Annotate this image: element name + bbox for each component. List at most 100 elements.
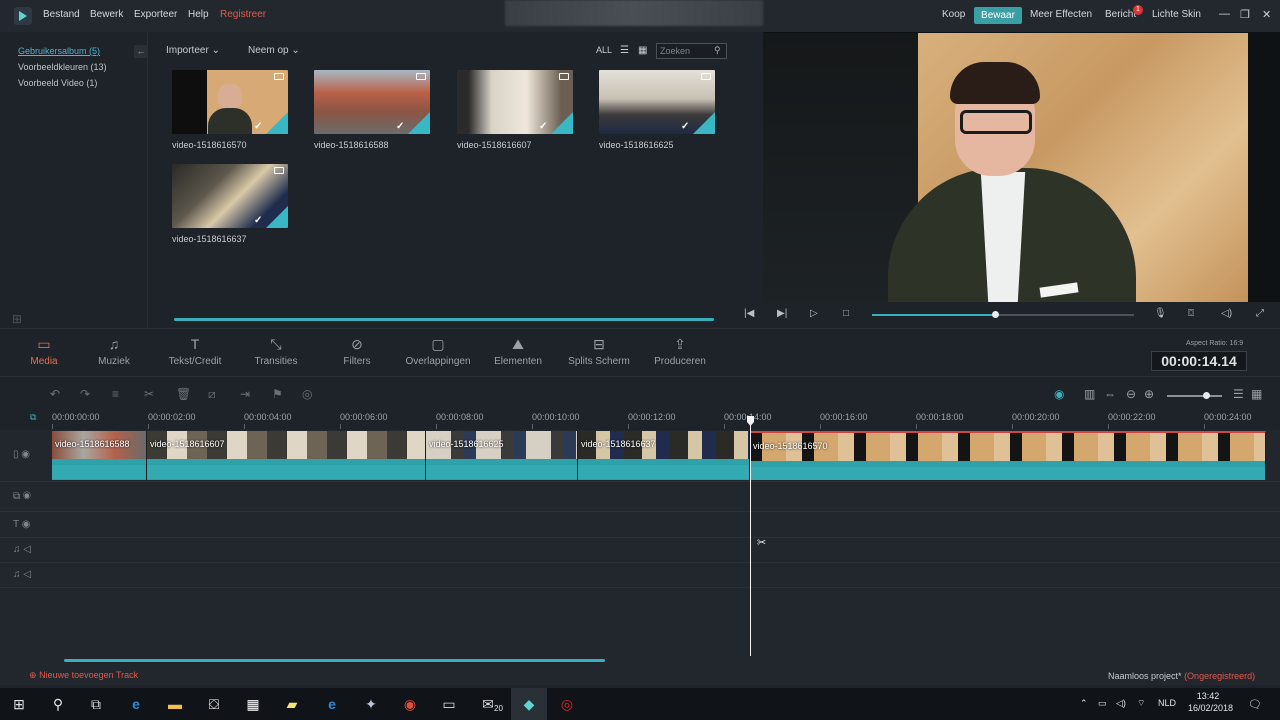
color-icon[interactable]: ◎ <box>302 387 312 401</box>
playback-handle[interactable] <box>992 311 999 318</box>
neem-op-dropdown[interactable]: Neem op ⌄ <box>248 45 300 56</box>
list-icon[interactable]: ☰ <box>1233 387 1244 401</box>
microphone-icon[interactable]: 🎙 <box>1154 308 1167 319</box>
cut-icon[interactable]: ✂ <box>144 387 154 401</box>
tray-chevron-icon[interactable]: ⌃ <box>1080 698 1088 709</box>
undo-icon[interactable]: ↶ <box>50 387 60 401</box>
audio-mixer-icon[interactable]: ▥ <box>1084 387 1095 401</box>
zoom-handle[interactable] <box>1203 392 1210 399</box>
record-icon[interactable]: ◎ <box>557 694 577 714</box>
menu-exporteer[interactable]: Exporteer <box>134 9 177 20</box>
fullscreen-icon[interactable]: ⤢ <box>1256 308 1264 319</box>
skip-back-icon[interactable]: |◀ <box>744 308 754 319</box>
clock[interactable]: 13:42 16/02/2018 <box>1188 690 1233 714</box>
media-thumb-5[interactable] <box>172 164 288 228</box>
tab-muziek[interactable]: ♫ Muziek <box>74 336 154 367</box>
language-indicator[interactable]: NLD <box>1158 698 1176 708</box>
app-icon[interactable]: ✦ <box>361 694 381 714</box>
media-thumb-4[interactable] <box>599 70 715 134</box>
bewaar-button[interactable]: Bewaar <box>974 7 1022 24</box>
timeline-clip[interactable]: video-1518616588 <box>52 431 147 480</box>
ruler-tick <box>1108 424 1109 429</box>
search-icon[interactable]: ⚲ <box>714 45 721 56</box>
terminal-icon[interactable]: ▭ <box>439 694 459 714</box>
grid-icon[interactable]: ▦ <box>1251 387 1262 401</box>
crop-icon[interactable]: ⧄ <box>208 387 216 402</box>
media-thumb-3[interactable] <box>457 70 573 134</box>
menu-registreer[interactable]: Registreer <box>220 9 266 20</box>
play-icon[interactable]: ▷ <box>810 308 818 319</box>
tab-splits-scherm[interactable]: ⊟ Splits Scherm <box>559 336 639 367</box>
importeer-dropdown[interactable]: Importeer ⌄ <box>166 45 220 56</box>
add-folder-icon[interactable]: ⊞ <box>12 312 22 326</box>
timeline-scrollbar[interactable] <box>64 659 605 662</box>
chrome-icon[interactable]: ◉ <box>400 694 420 714</box>
zoom-out-icon[interactable]: ⊖ <box>1126 387 1136 401</box>
skin-toggle[interactable]: Lichte Skin <box>1152 9 1201 20</box>
close-icon[interactable]: ✕ <box>1262 8 1271 21</box>
tab-overlappingen[interactable]: ▢ Overlappingen <box>398 336 478 367</box>
media-thumb-1[interactable] <box>172 70 288 134</box>
marker-icon[interactable]: ⚑ <box>272 387 283 401</box>
sidebar-item-voorbeeld-video[interactable]: Voorbeeld Video (1) <box>18 78 97 88</box>
battery-icon[interactable]: ▭ <box>1098 698 1107 709</box>
tab-transities[interactable]: ⤡ Transities <box>236 336 316 367</box>
task-view-icon[interactable]: ⧉ <box>86 694 106 714</box>
volume-tray-icon[interactable]: ◁) <box>1116 698 1126 709</box>
edge-icon[interactable]: e <box>126 694 146 714</box>
fit-icon[interactable]: ⇔ <box>1104 387 1116 401</box>
timeline-clip[interactable]: video-1518616570 <box>750 431 1266 480</box>
sticky-notes-icon[interactable]: ▰ <box>282 694 302 714</box>
stop-icon[interactable]: □ <box>843 308 849 319</box>
tab-produceren[interactable]: ⇪ Produceren <box>640 336 720 367</box>
collapse-sidebar-icon[interactable]: ← <box>134 45 148 58</box>
delete-icon[interactable]: 🗑 <box>176 387 191 401</box>
list-view-icon[interactable]: ☰ <box>620 45 629 56</box>
network-icon[interactable]: ⌔ <box>1137 698 1145 709</box>
library-scrollbar[interactable] <box>174 318 714 321</box>
tab-tekst[interactable]: T Tekst/Credit <box>155 336 235 367</box>
scissors-icon[interactable]: ✂ <box>757 536 766 549</box>
timeline-clip[interactable]: video-1518616637 <box>578 431 750 480</box>
menu-bestand[interactable]: Bestand <box>43 9 80 20</box>
sidebar-item-voorbeeldkleuren[interactable]: Voorbeeldkleuren (13) <box>18 62 107 72</box>
ruler-tick-label: 00:00:06:00 <box>340 412 388 422</box>
snapshot-icon[interactable]: ⌼ <box>1188 308 1194 319</box>
adjust-icon[interactable]: ≡ <box>112 387 119 401</box>
tab-elementen[interactable]: ⛰ Elementen <box>478 336 558 367</box>
render-icon[interactable]: ◉ <box>1054 387 1064 401</box>
internet-explorer-icon[interactable]: e <box>322 694 342 714</box>
file-explorer-icon[interactable]: ▬ <box>165 694 185 714</box>
filter-all[interactable]: ALL <box>596 45 612 55</box>
sidebar-item-gebruikersalbum[interactable]: Gebruikersalbum (5) <box>18 46 100 56</box>
zoom-slider[interactable] <box>1167 395 1222 397</box>
notifications-icon[interactable]: 🗨 <box>1248 698 1262 711</box>
store-icon[interactable]: ⛋ <box>204 694 224 714</box>
minimize-icon[interactable]: — <box>1219 8 1230 20</box>
meer-effecten-button[interactable]: Meer Effecten <box>1030 9 1092 20</box>
trim-icon[interactable]: ⇥ <box>240 387 250 401</box>
windows-start-icon[interactable]: ⊞ <box>9 694 29 714</box>
search-icon[interactable]: ⚲ <box>48 694 68 714</box>
tab-media[interactable]: ▭ Media <box>4 336 84 367</box>
calculator-icon[interactable]: ▦ <box>243 694 263 714</box>
snap-icon[interactable]: ⧉ <box>30 412 36 423</box>
tab-filters[interactable]: ⊘ Filters <box>317 336 397 367</box>
clip-name: video-1518616637 <box>581 439 656 449</box>
grid-view-icon[interactable]: ▦ <box>638 45 647 56</box>
media-thumb-2[interactable] <box>314 70 430 134</box>
bericht-button[interactable]: Bericht <box>1105 9 1136 20</box>
redo-icon[interactable]: ↷ <box>80 387 90 401</box>
playhead[interactable] <box>750 418 751 656</box>
menu-help[interactable]: Help <box>188 9 209 20</box>
zoom-in-icon[interactable]: ⊕ <box>1144 387 1154 401</box>
step-forward-icon[interactable]: ▶| <box>777 308 787 319</box>
menu-bewerk[interactable]: Bewerk <box>90 9 123 20</box>
maximize-icon[interactable]: ❐ <box>1240 8 1250 21</box>
timeline-clip[interactable]: video-1518616625 <box>426 431 578 480</box>
koop-button[interactable]: Koop <box>942 9 965 20</box>
timeline-clip[interactable]: video-1518616607 <box>147 431 426 480</box>
add-track-button[interactable]: ⊕ Nieuwe toevoegen Track <box>29 670 138 681</box>
filmora-taskbar-icon[interactable]: ◆ <box>519 694 539 714</box>
volume-icon[interactable]: ◁) <box>1221 308 1232 319</box>
